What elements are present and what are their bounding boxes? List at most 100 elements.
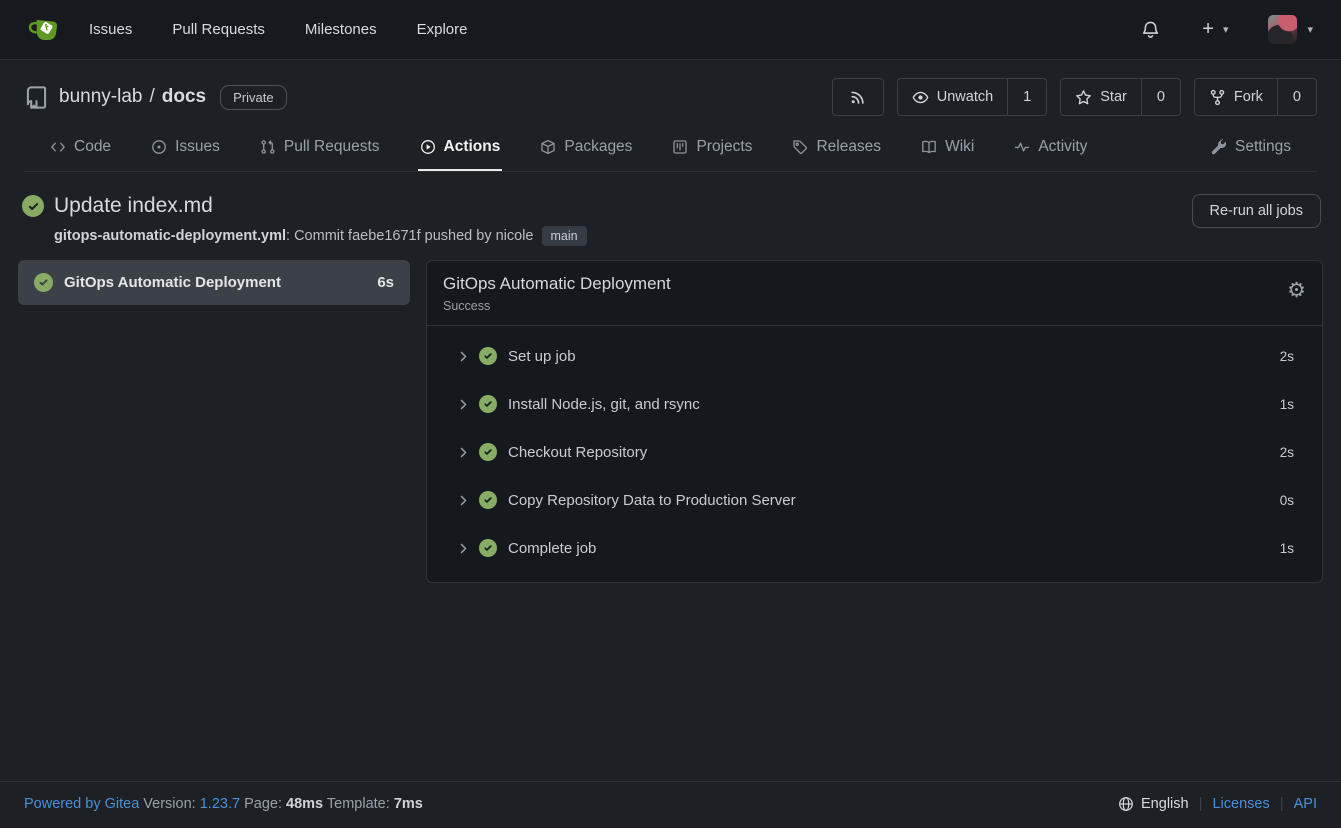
user-avatar[interactable]	[1268, 15, 1297, 44]
nav-link-milestones[interactable]: Milestones	[305, 21, 377, 38]
tab-pull-requests[interactable]: Pull Requests	[258, 132, 382, 171]
fork-button[interactable]: Fork	[1195, 79, 1277, 115]
tab-wiki[interactable]: Wiki	[919, 132, 976, 171]
tag-icon	[792, 139, 808, 155]
job-status-text: Success	[443, 299, 671, 313]
job-duration: 6s	[377, 274, 394, 291]
project-board-icon	[672, 139, 688, 155]
forks-count[interactable]: 0	[1277, 79, 1316, 115]
step-success-icon	[479, 347, 497, 365]
repo-name-link[interactable]: docs	[162, 86, 206, 108]
tab-activity[interactable]: Activity	[1012, 132, 1089, 171]
private-badge: Private	[220, 85, 286, 110]
repo-owner-link[interactable]: bunny-lab	[59, 86, 142, 108]
powered-by-gitea-link[interactable]: Powered by Gitea	[24, 796, 139, 812]
repo-header: bunny-lab / docs Private	[0, 60, 1341, 172]
api-link[interactable]: API	[1294, 796, 1317, 812]
step-row-setup[interactable]: Set up job 2s	[427, 332, 1322, 380]
tab-issues[interactable]: Issues	[149, 132, 222, 171]
nav-link-issues[interactable]: Issues	[89, 21, 132, 38]
step-duration: 2s	[1280, 445, 1294, 460]
star-button-group: Star 0	[1060, 78, 1181, 116]
tab-releases[interactable]: Releases	[790, 132, 883, 171]
run-detail-main: GitOps Automatic Deployment 6s GitOps Au…	[0, 260, 1341, 781]
code-icon	[50, 139, 66, 155]
user-menu-caret-icon[interactable]: ▾	[1307, 23, 1313, 36]
job-detail-header: GitOps Automatic Deployment Success ⚙	[427, 261, 1322, 326]
breadcrumb-separator: /	[149, 86, 154, 108]
step-list: Set up job 2s Install Node.js, git, and …	[427, 326, 1322, 582]
git-pull-request-icon	[260, 139, 276, 155]
tab-actions[interactable]: Actions	[418, 132, 503, 171]
step-row-copy[interactable]: Copy Repository Data to Production Serve…	[427, 476, 1322, 524]
star-button[interactable]: Star	[1061, 79, 1141, 115]
run-commit-line: gitops-automatic-deployment.yml: Commit …	[54, 226, 587, 246]
top-navbar: Issues Pull Requests Milestones Explore …	[0, 0, 1341, 60]
repo-action-buttons: Unwatch 1 Star 0	[832, 78, 1317, 116]
nav-right: + ▾ ▾	[1141, 15, 1313, 44]
chevron-right-icon	[457, 542, 470, 555]
pulse-icon	[1014, 139, 1030, 155]
stars-count[interactable]: 0	[1141, 79, 1180, 115]
step-row-install[interactable]: Install Node.js, git, and rsync 1s	[427, 380, 1322, 428]
unwatch-button[interactable]: Unwatch	[898, 79, 1007, 115]
repo-breadcrumb: bunny-lab / docs	[59, 86, 206, 108]
step-name: Install Node.js, git, and rsync	[508, 396, 700, 413]
step-name: Complete job	[508, 540, 596, 557]
licenses-link[interactable]: Licenses	[1212, 796, 1269, 812]
gear-icon[interactable]: ⚙	[1287, 274, 1306, 301]
watchers-count[interactable]: 1	[1007, 79, 1046, 115]
repo-icon	[24, 85, 49, 110]
template-time-value: 7ms	[394, 796, 423, 812]
create-new-button[interactable]: + ▾	[1202, 18, 1228, 41]
job-name: GitOps Automatic Deployment	[64, 274, 281, 291]
workflow-file-link[interactable]: gitops-automatic-deployment.yml	[54, 228, 286, 244]
job-detail-panel: GitOps Automatic Deployment Success ⚙ Se…	[426, 260, 1323, 583]
fork-button-group: Fork 0	[1194, 78, 1317, 116]
page-time-value: 48ms	[286, 796, 323, 812]
rss-feed-button[interactable]	[832, 78, 884, 116]
footer-divider: |	[1280, 795, 1284, 812]
language-selector[interactable]: English	[1118, 796, 1189, 812]
run-title: Update index.md	[54, 194, 213, 218]
nav-link-explore[interactable]: Explore	[417, 21, 468, 38]
repo-tabs: Code Issues Pull Requests Actions	[24, 132, 1317, 172]
play-circle-icon	[420, 139, 436, 155]
branch-badge[interactable]: main	[542, 226, 587, 246]
caret-down-icon: ▾	[1223, 23, 1229, 36]
chevron-right-icon	[457, 350, 470, 363]
globe-icon	[1118, 796, 1134, 812]
issue-opened-icon	[151, 139, 167, 155]
job-list-item[interactable]: GitOps Automatic Deployment 6s	[18, 260, 410, 305]
chevron-right-icon	[457, 446, 470, 459]
star-icon	[1075, 89, 1092, 106]
tab-projects[interactable]: Projects	[670, 132, 754, 171]
plus-icon: +	[1202, 18, 1214, 41]
job-detail-title: GitOps Automatic Deployment	[443, 274, 671, 294]
tab-settings[interactable]: Settings	[1209, 132, 1293, 171]
version-link[interactable]: 1.23.7	[200, 796, 240, 812]
watch-button-group: Unwatch 1	[897, 78, 1048, 116]
tab-code[interactable]: Code	[48, 132, 113, 171]
notifications-bell-icon[interactable]	[1141, 20, 1160, 39]
step-duration: 0s	[1280, 493, 1294, 508]
job-list: GitOps Automatic Deployment 6s	[18, 260, 410, 305]
step-name: Checkout Repository	[508, 444, 647, 461]
nav-links: Issues Pull Requests Milestones Explore	[89, 21, 467, 38]
rss-icon	[849, 79, 866, 115]
rerun-all-jobs-button[interactable]: Re-run all jobs	[1192, 194, 1322, 228]
job-success-icon	[34, 273, 53, 292]
chevron-right-icon	[457, 494, 470, 507]
nav-link-pull-requests[interactable]: Pull Requests	[172, 21, 265, 38]
step-duration: 2s	[1280, 349, 1294, 364]
eye-icon	[912, 89, 929, 106]
step-row-checkout[interactable]: Checkout Repository 2s	[427, 428, 1322, 476]
step-duration: 1s	[1280, 541, 1294, 556]
chevron-right-icon	[457, 398, 470, 411]
gitea-logo-icon[interactable]	[28, 13, 61, 46]
step-success-icon	[479, 395, 497, 413]
version-label: Version:	[143, 796, 195, 812]
tab-packages[interactable]: Packages	[538, 132, 634, 171]
step-row-complete[interactable]: Complete job 1s	[427, 524, 1322, 572]
step-name: Set up job	[508, 348, 576, 365]
